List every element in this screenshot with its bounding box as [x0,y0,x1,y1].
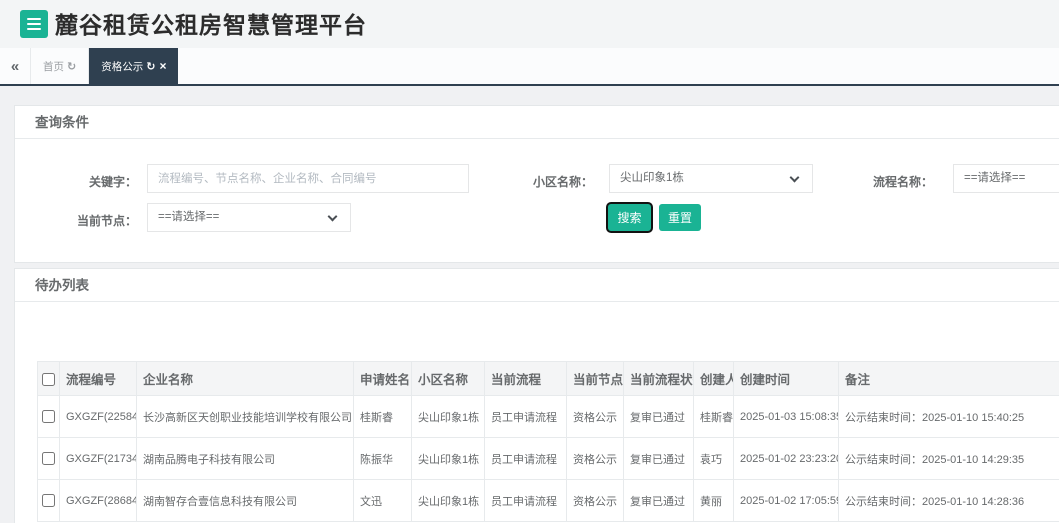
cell-node: 资格公示 [566,479,624,522]
cell-process: 员工申请流程 [484,479,567,522]
community-select-value: 尖山印象1栋 [620,172,684,184]
cell-status: 复审已通过 [623,479,694,522]
cell-status: 复审已通过 [623,437,694,480]
cell-creator: 桂斯睿 [693,395,734,438]
cell-process-no: GXGZF(22584) [59,395,137,438]
query-panel: 查询条件 关键字： 小区名称： 尖山印象1栋 流程名称： ==请选择== 当前节… [14,105,1059,263]
menu-toggle-button[interactable] [20,10,48,38]
column-header-process: 当前流程 [484,361,567,396]
node-select-value: ==请选择== [158,211,220,223]
cell-status: 复审已通过 [623,395,694,438]
column-header-applicant: 申请姓名 [353,361,412,396]
cell-company: 湖南智存合壹信息科技有限公司 [136,479,354,522]
cell-community: 尖山印象1栋 [411,479,485,522]
todo-panel-title: 待办列表 [15,269,1059,302]
cell-remark: 公示结束时间：2025-01-10 14:29:35 [838,437,1059,480]
cell-process: 员工申请流程 [484,395,567,438]
row-checkbox[interactable] [42,452,55,465]
tab-home[interactable]: 首页 ↻ [31,48,90,84]
select-all-checkbox[interactable] [42,372,55,386]
process-select-value: ==请选择== [964,172,1026,184]
table-row[interactable]: GXGZF(22584) 长沙高新区天创职业技能培训学校有限公司 桂斯睿 尖山印… [37,395,1059,438]
cell-remark: 公示结束时间：2025-01-10 15:40:25 [838,395,1059,438]
todo-panel: 待办列表 流程编号 企业名称 申请姓名 小区名称 当前流程 当前节点 当前流程状… [14,268,1059,523]
tab-qualification-publicity[interactable]: 资格公示 ↻ × [89,48,179,84]
column-header-creator: 创建人 [693,361,734,396]
cell-creator: 黄丽 [693,479,734,522]
cell-community: 尖山印象1栋 [411,395,485,438]
process-label: 流程名称： [872,175,933,189]
cell-company: 长沙高新区天创职业技能培训学校有限公司 [136,395,354,438]
cell-community: 尖山印象1栋 [411,437,485,480]
column-header-process-no: 流程编号 [59,361,137,396]
column-header-company: 企业名称 [136,361,354,396]
keyword-input[interactable] [147,164,469,193]
cell-applicant: 桂斯睿 [353,395,412,438]
community-select[interactable]: 尖山印象1栋 [609,164,813,193]
refresh-icon[interactable]: ↻ [67,60,76,73]
cell-node: 资格公示 [566,437,624,480]
table-row[interactable]: GXGZF(21734) 湖南品腾电子科技有限公司 陈振华 尖山印象1栋 员工申… [37,437,1059,480]
search-button[interactable]: 搜索 [606,202,653,233]
cell-node: 资格公示 [566,395,624,438]
tab-label: 首页 [43,60,64,73]
tabs-collapse-button[interactable]: « [0,48,31,84]
community-label: 小区名称： [532,175,593,189]
chevron-down-icon [789,172,800,183]
cell-process: 员工申请流程 [484,437,567,480]
row-checkbox[interactable] [42,410,55,423]
node-label: 当前节点： [76,214,137,228]
process-select[interactable]: ==请选择== [953,164,1059,193]
reset-button[interactable]: 重置 [659,204,701,231]
app-header: 麓谷租赁公租房智慧管理平台 [0,0,1059,48]
table-row[interactable]: GXGZF(28684) 湖南智存合壹信息科技有限公司 文迅 尖山印象1栋 员工… [37,479,1059,522]
refresh-icon[interactable]: ↻ [146,60,155,73]
cell-created-at: 2025-01-02 17:05:59 [733,479,839,522]
node-select[interactable]: ==请选择== [147,203,351,232]
query-panel-title: 查询条件 [15,106,1059,139]
row-checkbox[interactable] [42,494,55,507]
cell-remark: 公示结束时间：2025-01-10 14:28:36 [838,479,1059,522]
tab-bar: « 首页 ↻ 资格公示 ↻ × [0,48,1059,86]
cell-applicant: 文迅 [353,479,412,522]
app-window: 麓谷租赁公租房智慧管理平台 « 首页 ↻ 资格公示 ↻ × 查询条件 关键字： … [0,0,1059,523]
close-icon[interactable]: × [159,59,166,73]
column-header-node: 当前节点 [566,361,624,396]
hamburger-icon [27,18,41,20]
column-header-remark: 备注 [838,361,1059,396]
keyword-label: 关键字： [88,175,137,189]
column-header-status: 当前流程状态 [623,361,694,396]
cell-company: 湖南品腾电子科技有限公司 [136,437,354,480]
column-header-community: 小区名称 [411,361,485,396]
double-left-chevron-icon: « [10,57,20,75]
chevron-down-icon [327,211,338,222]
cell-creator: 袁巧 [693,437,734,480]
table-header-row: 流程编号 企业名称 申请姓名 小区名称 当前流程 当前节点 当前流程状态 创建人… [37,361,1059,396]
todo-table: 流程编号 企业名称 申请姓名 小区名称 当前流程 当前节点 当前流程状态 创建人… [37,361,1059,522]
tab-label: 资格公示 [101,60,144,73]
cell-created-at: 2025-01-03 15:08:35 [733,395,839,438]
cell-process-no: GXGZF(28684) [59,479,137,522]
cell-process-no: GXGZF(21734) [59,437,137,480]
cell-created-at: 2025-01-02 23:23:20 [733,437,839,480]
cell-applicant: 陈振华 [353,437,412,480]
app-title: 麓谷租赁公租房智慧管理平台 [55,12,367,38]
column-header-created-at: 创建时间 [733,361,839,396]
